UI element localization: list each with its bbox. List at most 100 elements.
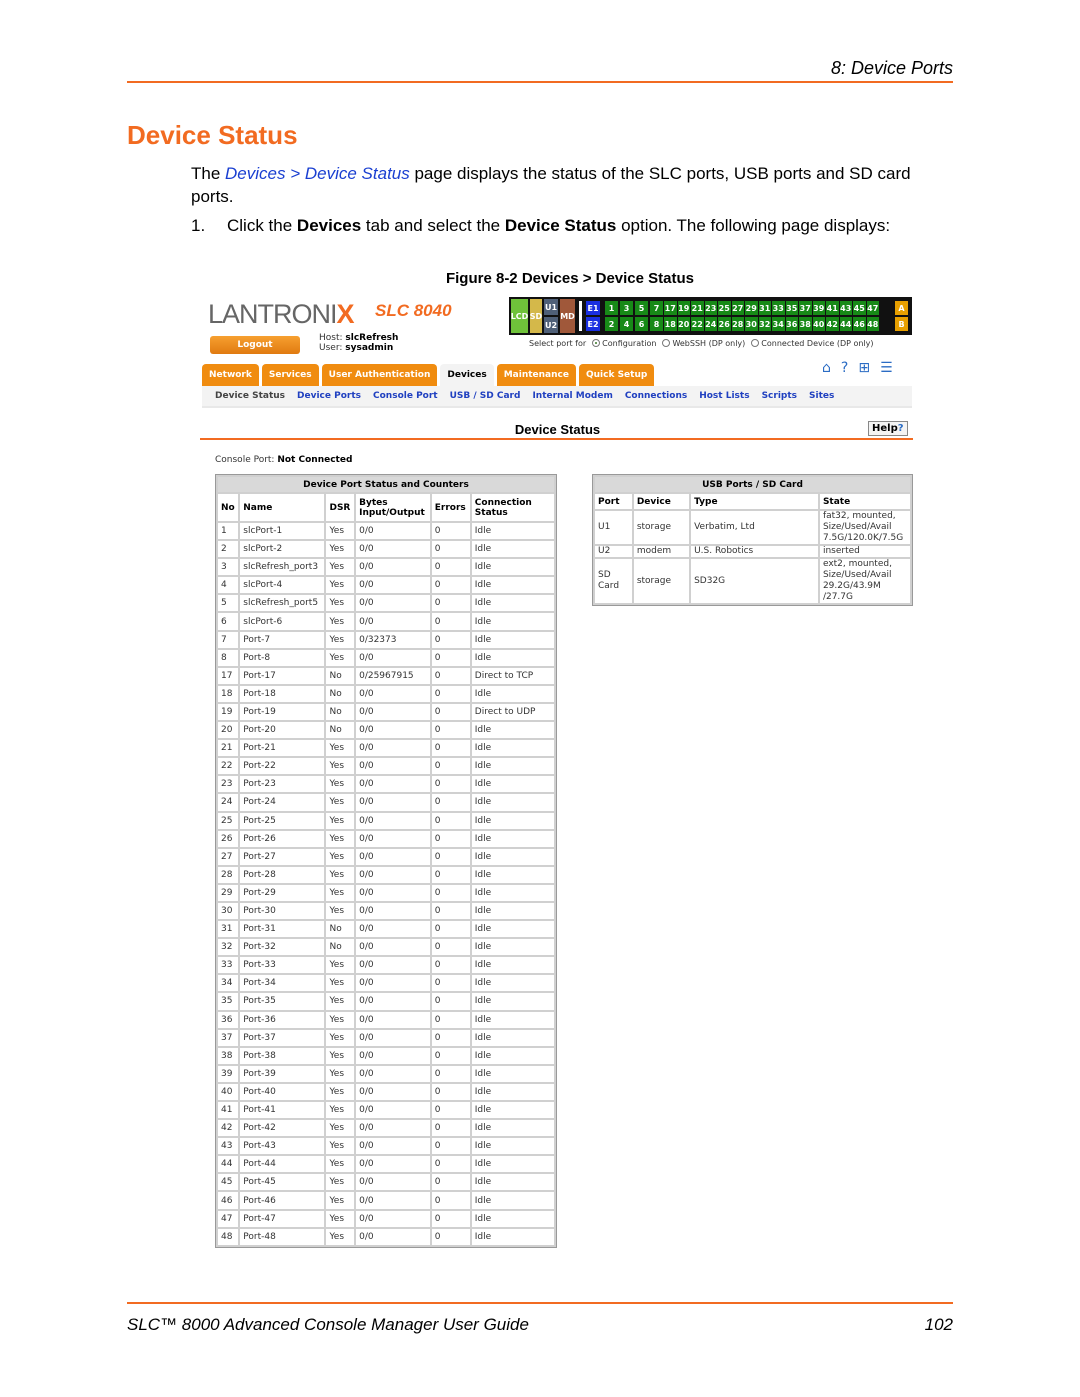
port-28[interactable]: 28	[731, 317, 744, 331]
table-cell: 0	[431, 595, 470, 612]
subnav-device-status[interactable]: Device Status	[215, 391, 285, 401]
subnav-scripts[interactable]: Scripts	[762, 391, 797, 401]
subnav-sites[interactable]: Sites	[809, 391, 834, 401]
table-cell: 41	[218, 1102, 239, 1119]
port-30[interactable]: 30	[745, 317, 758, 331]
module-sd[interactable]: SD	[530, 299, 542, 333]
port-40[interactable]: 40	[812, 317, 825, 331]
table-cell: 8	[218, 649, 239, 666]
port-26[interactable]: 26	[718, 317, 731, 331]
port-2[interactable]: 2	[605, 317, 618, 331]
intro-link[interactable]: Devices > Device Status	[225, 164, 410, 183]
port-23[interactable]: 23	[704, 301, 717, 315]
port-b[interactable]: B	[895, 317, 908, 331]
port-8[interactable]: 8	[650, 317, 663, 331]
port-e1[interactable]: E1	[586, 301, 600, 315]
module-md[interactable]: MD	[560, 299, 575, 333]
port-1[interactable]: 1	[605, 301, 618, 315]
port-39[interactable]: 39	[812, 301, 825, 315]
home-icon[interactable]: ⌂	[822, 360, 831, 376]
help-icon[interactable]: ?	[841, 360, 848, 376]
subnav-connections[interactable]: Connections	[625, 391, 687, 401]
subnav-console-port[interactable]: Console Port	[373, 391, 438, 401]
column-header: DSR	[326, 494, 355, 521]
port-6[interactable]: 6	[635, 317, 648, 331]
port-18[interactable]: 18	[664, 317, 677, 331]
port-37[interactable]: 37	[799, 301, 812, 315]
tab-user-authentication[interactable]: User Authentication	[321, 364, 438, 386]
table-cell: 0/0	[356, 1102, 430, 1119]
table-cell: slcPort-2	[240, 541, 325, 558]
tab-network[interactable]: Network	[202, 364, 259, 386]
table-cell: 30	[218, 902, 239, 920]
port-7[interactable]: 7	[650, 301, 663, 315]
port-24[interactable]: 24	[704, 317, 717, 331]
port-a[interactable]: A	[895, 301, 908, 315]
tab-maintenance[interactable]: Maintenance	[496, 364, 576, 386]
port-46[interactable]: 46	[853, 317, 866, 331]
port-20[interactable]: 20	[677, 317, 690, 331]
port-47[interactable]: 47	[866, 301, 879, 315]
help-button[interactable]: Help?	[868, 421, 908, 436]
table-cell: Idle	[471, 595, 554, 612]
table-cell: Idle	[471, 559, 554, 576]
port-25[interactable]: 25	[718, 301, 731, 315]
table-cell: Port-20	[240, 722, 325, 739]
port-31[interactable]: 31	[758, 301, 771, 315]
table-cell: Port-8	[240, 649, 325, 666]
port-38[interactable]: 38	[799, 317, 812, 331]
port-19[interactable]: 19	[677, 301, 690, 315]
module-u2[interactable]: U2	[544, 317, 558, 333]
sitemap-icon[interactable]: ⊞	[858, 360, 870, 376]
log-icon[interactable]: ☰	[880, 360, 893, 376]
table-cell: Yes	[326, 866, 355, 883]
port-17[interactable]: 17	[664, 301, 677, 315]
port-43[interactable]: 43	[839, 301, 852, 315]
port-3[interactable]: 3	[620, 301, 633, 315]
table-cell: Idle	[471, 1138, 554, 1155]
radio-connected-device-dp-only[interactable]	[751, 339, 760, 347]
table-cell: 0/0	[356, 1192, 430, 1209]
port-27[interactable]: 27	[731, 301, 744, 315]
table-caption: USB Ports / SD Card	[595, 477, 910, 492]
subnav-internal-modem[interactable]: Internal Modem	[532, 391, 612, 401]
port-34[interactable]: 34	[772, 317, 785, 331]
step-text: Click the	[227, 216, 297, 235]
port-42[interactable]: 42	[826, 317, 839, 331]
port-21[interactable]: 21	[691, 301, 704, 315]
table-cell: 31	[218, 921, 239, 938]
tab-services[interactable]: Services	[261, 364, 319, 386]
subnav-host-lists[interactable]: Host Lists	[699, 391, 749, 401]
port-33[interactable]: 33	[772, 301, 785, 315]
port-5[interactable]: 5	[635, 301, 648, 315]
port-32[interactable]: 32	[758, 317, 771, 331]
radio-webssh-dp-only[interactable]	[662, 339, 671, 347]
table-cell: 0/0	[356, 523, 430, 540]
table-cell: storage	[633, 511, 690, 544]
module-u1[interactable]: U1	[544, 299, 558, 315]
subnav-device-ports[interactable]: Device Ports	[297, 391, 361, 401]
port-29[interactable]: 29	[745, 301, 758, 315]
tab-devices[interactable]: Devices	[440, 364, 494, 386]
port-44[interactable]: 44	[839, 317, 852, 331]
port-22[interactable]: 22	[691, 317, 704, 331]
table-cell: 17	[218, 667, 239, 684]
radio-configuration[interactable]	[592, 339, 601, 347]
table-caption-row: Device Port Status and Counters	[218, 477, 554, 492]
port-48[interactable]: 48	[866, 317, 879, 331]
logout-button[interactable]: Logout	[210, 336, 300, 354]
port-36[interactable]: 36	[785, 317, 798, 331]
table-cell: 0/0	[356, 902, 430, 920]
module-lcd[interactable]: LCD	[511, 299, 528, 333]
port-45[interactable]: 45	[853, 301, 866, 315]
subnav-usb-sd-card[interactable]: USB / SD Card	[450, 391, 521, 401]
port-4[interactable]: 4	[620, 317, 633, 331]
table-cell: Port-25	[240, 812, 325, 829]
port-41[interactable]: 41	[826, 301, 839, 315]
port-35[interactable]: 35	[785, 301, 798, 315]
table-cell: Port-46	[240, 1192, 325, 1209]
table-cell: Idle	[471, 1120, 554, 1137]
port-e2[interactable]: E2	[586, 317, 600, 331]
table-cell: Idle	[471, 1210, 554, 1227]
tab-quick-setup[interactable]: Quick Setup	[578, 364, 655, 386]
